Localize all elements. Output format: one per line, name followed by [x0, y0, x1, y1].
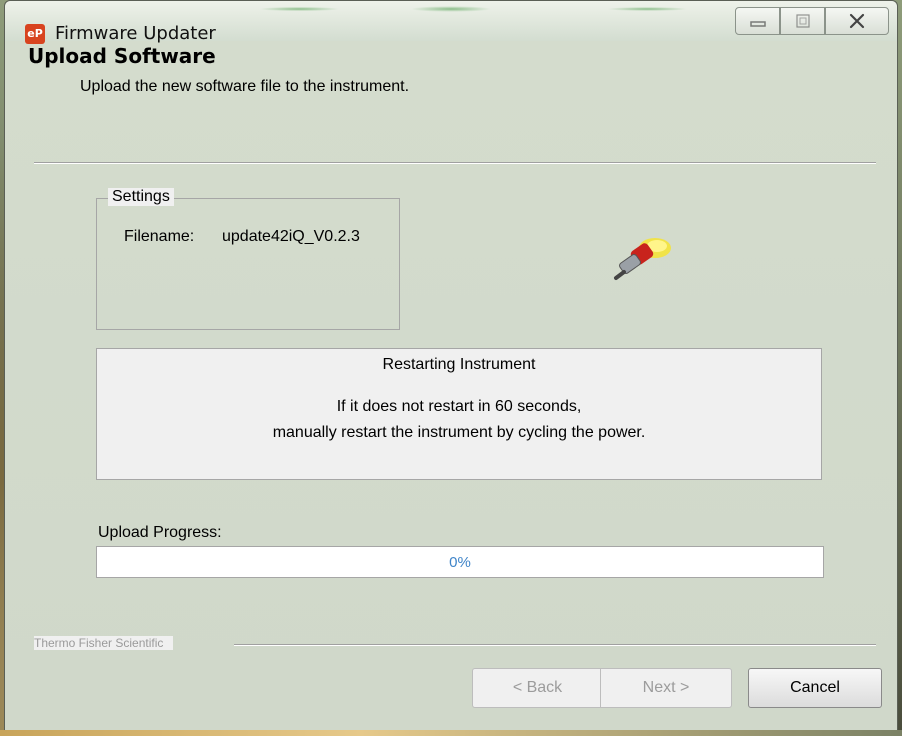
- status-title: Restarting Instrument: [382, 356, 536, 373]
- brand-label: Thermo Fisher Scientific: [34, 636, 174, 650]
- page-subtitle: Upload the new software file to the inst…: [80, 78, 410, 95]
- header-divider: [34, 162, 876, 164]
- progress-percent: 0%: [449, 554, 471, 571]
- footer-divider: [234, 644, 876, 646]
- settings-groupbox: [96, 198, 400, 330]
- maximize-button[interactable]: [780, 7, 825, 35]
- filename-value: update42iQ_V0.2.3: [222, 228, 360, 245]
- progress-label: Upload Progress:: [98, 524, 222, 541]
- app-icon: eP: [25, 24, 45, 44]
- plug-icon: [614, 238, 671, 280]
- maximize-icon: [795, 14, 810, 28]
- minimize-icon: [749, 21, 766, 27]
- settings-legend: Settings: [108, 188, 174, 206]
- next-button[interactable]: Next >: [600, 668, 732, 708]
- cancel-button[interactable]: Cancel: [748, 668, 882, 708]
- window-controls: [735, 7, 889, 35]
- back-button[interactable]: < Back: [472, 668, 602, 708]
- window-title: Firmware Updater: [55, 23, 216, 44]
- filename-label: Filename:: [124, 228, 195, 245]
- taskbar-edge: [0, 730, 902, 736]
- page-title: Upload Software: [28, 44, 216, 68]
- minimize-button[interactable]: [735, 7, 780, 35]
- status-message-line1: If it does not restart in 60 seconds,: [336, 398, 582, 415]
- title-bar[interactable]: eP Firmware Updater: [5, 1, 897, 44]
- upload-progress-bar: 0%: [96, 546, 824, 578]
- close-button[interactable]: [825, 7, 889, 35]
- close-icon: [849, 13, 865, 29]
- status-message-line2: manually restart the instrument by cycli…: [272, 424, 646, 441]
